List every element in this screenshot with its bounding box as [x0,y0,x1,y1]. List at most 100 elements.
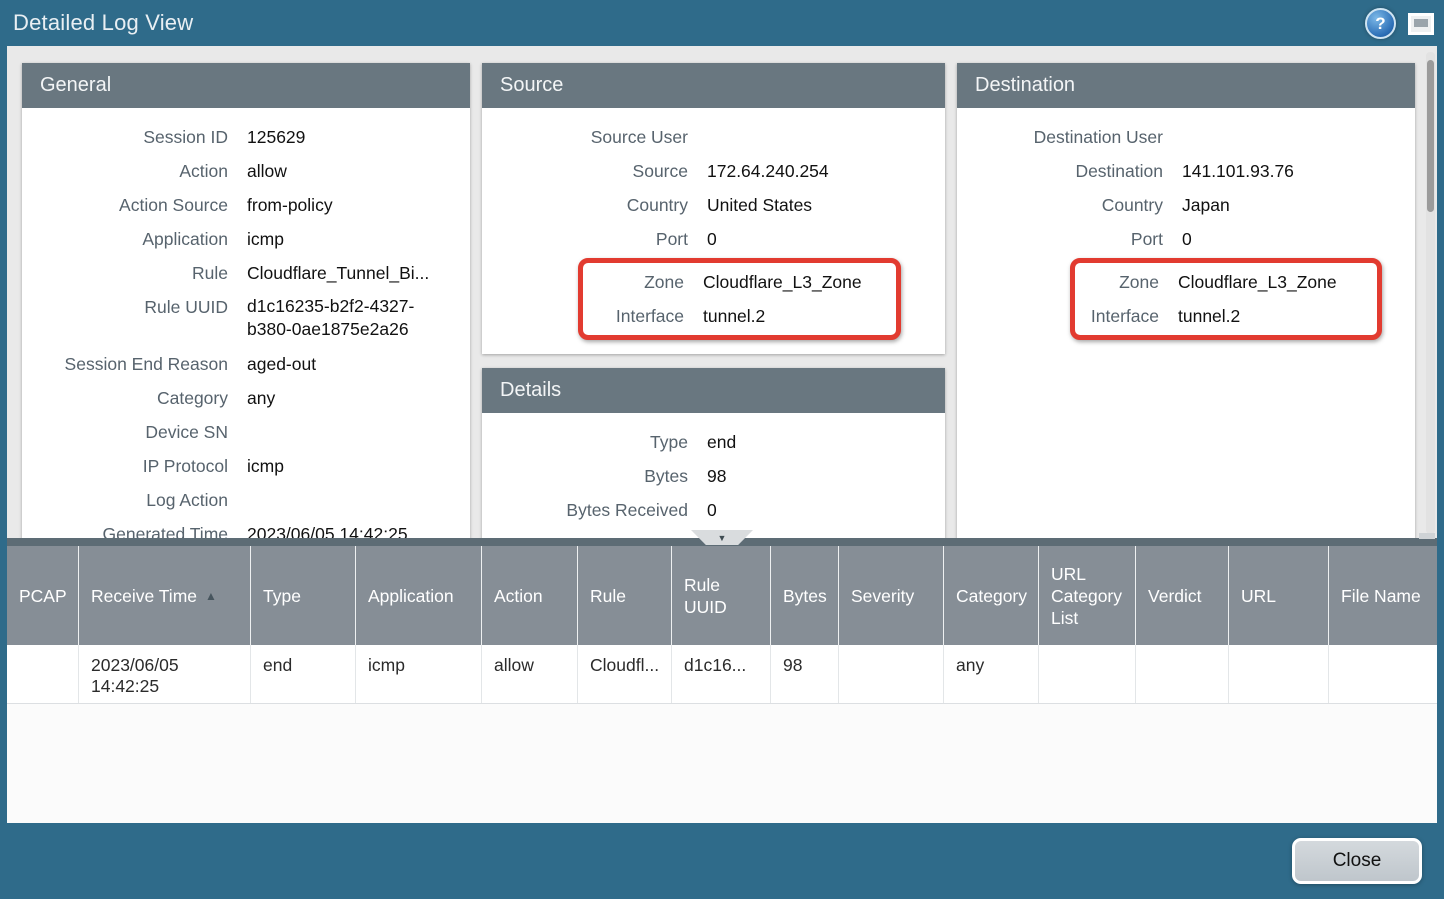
column-label: Verdict [1148,585,1202,607]
field-row-country: CountryUnited States [482,188,945,222]
column-header-url[interactable]: URL [1229,546,1329,645]
field-value: any [228,381,470,415]
field-label: Rule [22,256,228,290]
cell-file-name [1329,645,1437,703]
field-row-bytes: Bytes98 [482,459,945,493]
details-panel-body: Typeend Bytes98 Bytes Received0 [482,413,945,540]
field-label: Category [22,381,228,415]
field-value: icmp [228,449,470,483]
field-value: Cloudflare_L3_Zone [684,265,896,299]
field-value: 2023/06/05 14:42:25 [228,517,470,540]
column-header-severity[interactable]: Severity [839,546,944,645]
field-value: United States [688,188,945,222]
sort-ascending-icon: ▲ [205,585,217,607]
field-value: aged-out [228,347,470,381]
source-panel-body: Source User Source172.64.240.254 Country… [482,108,945,354]
field-value: 172.64.240.254 [688,154,945,188]
field-value: tunnel.2 [1159,299,1377,333]
field-row-source: Source172.64.240.254 [482,154,945,188]
column-header-url-category-list[interactable]: URL Category List [1039,546,1136,645]
help-icon[interactable]: ? [1365,8,1396,39]
log-detail-content: General Session ID125629 Actionallow Act… [7,46,1437,540]
field-label: Type [482,425,688,459]
column-label: Rule [590,585,626,607]
log-table-row[interactable]: 2023/06/05 14:42:25 end icmp allow Cloud… [7,645,1437,704]
column-label: Action [494,585,543,607]
column-header-pcap[interactable]: PCAP [7,546,79,645]
content-scrollbar[interactable] [1426,52,1435,534]
field-label: IP Protocol [22,449,228,483]
column-header-application[interactable]: Application [356,546,482,645]
title-bar-icons: ? [1365,8,1434,39]
field-label: Log Action [22,483,228,517]
close-button[interactable]: Close [1292,838,1422,884]
field-value: allow [228,154,470,188]
column-label: Receive Time [91,585,197,607]
field-label: Destination User [957,120,1163,154]
field-row-log-action: Log Action [22,483,470,517]
field-row-zone: ZoneCloudflare_L3_Zone [1075,265,1377,299]
field-value: end [688,425,945,459]
general-panel: General Session ID125629 Actionallow Act… [22,63,470,540]
field-value: 0 [1163,222,1415,256]
field-row-interface: Interfacetunnel.2 [1075,299,1377,333]
cell-type: end [251,645,356,703]
cell-url [1229,645,1329,703]
field-value: 125629 [228,120,470,154]
column-header-rule[interactable]: Rule [578,546,672,645]
destination-panel-title: Destination [957,63,1415,108]
destination-panel: Destination Destination User Destination… [957,63,1415,540]
field-label: Action Source [22,188,228,222]
source-zone-highlight-box: ZoneCloudflare_L3_Zone Interfacetunnel.2 [578,258,901,340]
field-label: Country [482,188,688,222]
source-panel-title: Source [482,63,945,108]
cell-bytes: 98 [771,645,839,703]
column-header-rule-uuid[interactable]: Rule UUID [672,546,771,645]
column-header-bytes[interactable]: Bytes [771,546,839,645]
field-row-country: CountryJapan [957,188,1415,222]
window-icon[interactable] [1408,13,1434,35]
destination-zone-highlight-box: ZoneCloudflare_L3_Zone Interfacetunnel.2 [1070,258,1382,340]
field-label: Bytes Received [482,493,688,527]
column-label: Rule UUID [684,574,764,618]
column-header-type[interactable]: Type [251,546,356,645]
field-label: Destination [957,154,1163,188]
field-label: Device SN [22,415,228,449]
source-panel: Source Source User Source172.64.240.254 … [482,63,945,354]
column-header-verdict[interactable]: Verdict [1136,546,1229,645]
field-label: Application [22,222,228,256]
column-header-file-name[interactable]: File Name [1329,546,1437,645]
cell-category: any [944,645,1039,703]
field-label: Session ID [22,120,228,154]
field-value: 98 [688,459,945,493]
field-row-session-id: Session ID125629 [22,120,470,154]
details-panel-title: Details [482,368,945,413]
field-value: 141.101.93.76 [1163,154,1415,188]
field-row-source-user: Source User [482,120,945,154]
field-value: tunnel.2 [684,299,896,333]
dialog-title: Detailed Log View [13,10,193,36]
log-table-section: ▼ PCAP Receive Time ▲ Type Application Ac… [7,538,1437,823]
column-label: Application [368,585,454,607]
field-value: 0 [688,493,945,527]
field-label: Rule UUID [22,290,228,347]
detailed-log-view-dialog: Detailed Log View ? General Session ID12… [0,0,1444,899]
column-label: File Name [1341,585,1421,607]
field-label: Bytes [482,459,688,493]
column-header-category[interactable]: Category [944,546,1039,645]
scrollbar-thumb[interactable] [1427,60,1434,212]
column-header-receive-time[interactable]: Receive Time ▲ [79,546,251,645]
cell-receive-time: 2023/06/05 14:42:25 [79,645,251,703]
splitter-bar[interactable]: ▼ [7,538,1437,546]
field-row-action-source: Action Sourcefrom-policy [22,188,470,222]
title-bar: Detailed Log View ? [0,0,1444,46]
destination-panel-body: Destination User Destination141.101.93.7… [957,108,1415,354]
field-row-destination: Destination141.101.93.76 [957,154,1415,188]
collapse-table-handle[interactable]: ▼ [691,530,753,545]
log-table-header: PCAP Receive Time ▲ Type Application Acti… [7,546,1437,645]
column-label: Type [263,585,301,607]
general-panel-title: General [22,63,470,108]
help-glyph: ? [1375,14,1385,34]
column-label: Severity [851,585,914,607]
column-header-action[interactable]: Action [482,546,578,645]
